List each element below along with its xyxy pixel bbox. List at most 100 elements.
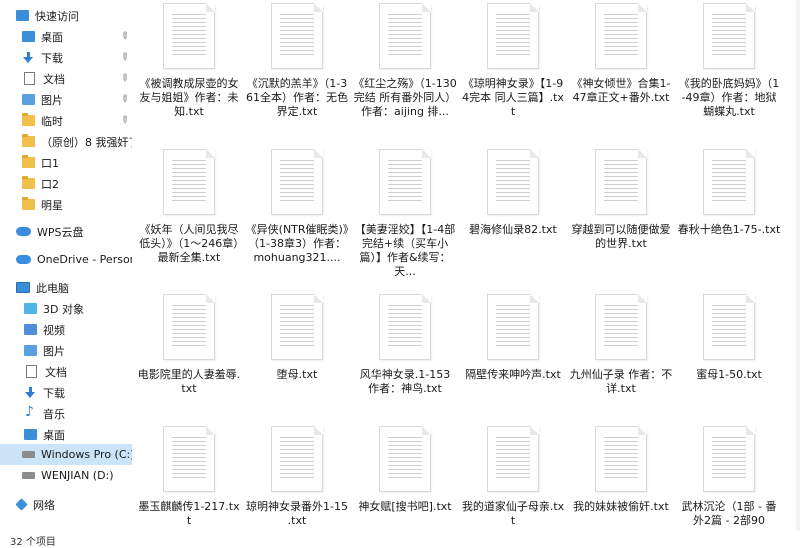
sidebar-item[interactable]: 口2 xyxy=(0,173,132,194)
file-name: 《我的卧底妈妈》（1-49章）作者：地狱蝴蝶丸.txt xyxy=(678,77,780,118)
sidebar-item[interactable]: OneDrive - Persona xyxy=(0,249,132,270)
file-item[interactable]: 风华神女录.1-153 作者：神鸟.txt xyxy=(353,294,457,396)
sidebar-item-label: 桌面 xyxy=(41,30,63,44)
sidebar-item[interactable]: WPS云盘 xyxy=(0,221,132,242)
text-file-icon xyxy=(487,149,539,215)
file-item[interactable]: 《妖年（人间见我尽低头）》（1～246章）最新全集.txt xyxy=(137,149,241,265)
sidebar-item[interactable]: 文档 ✎ xyxy=(0,68,132,89)
file-name: 【美妻淫姣】【1-4部完结+续（买车小篇）】作者&续写：天... xyxy=(354,223,456,278)
file-name: 《神女倾世》合集1-47章正文+番外.txt xyxy=(571,77,671,104)
text-file-icon xyxy=(271,3,323,69)
file-name: 风华神女录.1-153 作者：神鸟.txt xyxy=(359,368,451,395)
drive-icon xyxy=(22,472,35,479)
file-item[interactable]: 《神女倾世》合集1-47章正文+番外.txt xyxy=(569,3,673,105)
sidebar-item[interactable]: 网络 xyxy=(0,494,132,515)
sidebar-item-label: 口2 xyxy=(41,177,59,191)
text-file-icon xyxy=(703,149,755,215)
pin-icon[interactable]: ✎ xyxy=(117,51,131,65)
text-file-icon xyxy=(163,149,215,215)
file-item[interactable]: 隔壁传来呻吟声.txt xyxy=(461,294,565,382)
sidebar-item[interactable]: 音乐 xyxy=(0,403,132,424)
file-item[interactable]: 《沉默的羔羊》（1-361全本）作者：无色界定.txt xyxy=(245,3,349,119)
file-item[interactable]: 琼明神女录番外1-15 .txt xyxy=(245,426,349,528)
sidebar-item-label: 3D 对象 xyxy=(43,302,84,316)
file-item[interactable]: 我的道家仙子母亲.txt xyxy=(461,426,565,528)
sidebar-item[interactable]: 图片 xyxy=(0,340,132,361)
sidebar-item[interactable]: WENJIAN (D:) xyxy=(0,465,132,486)
sidebar-item[interactable]: 明星 xyxy=(0,194,132,215)
picture-icon xyxy=(22,94,35,105)
file-item[interactable]: 《琼明神女录》【1-94完本 同人三篇】.txt xyxy=(461,3,565,119)
file-item[interactable]: 穿越到可以随便做爱的世界.txt xyxy=(569,149,673,251)
file-name: 墨玉麒麟传1-217.txt xyxy=(138,500,240,527)
text-file-icon xyxy=(595,426,647,492)
file-item[interactable]: 神女赋[搜书吧].txt xyxy=(353,426,457,514)
sidebar-item[interactable]: 3D 对象 xyxy=(0,298,132,319)
sidebar-item-label: 口1 xyxy=(41,156,59,170)
sidebar-item[interactable]: Windows Pro (C:) xyxy=(0,444,132,465)
sidebar-item[interactable]: 此电脑 xyxy=(0,277,132,298)
file-item[interactable]: 堕母.txt xyxy=(245,294,349,382)
file-name: 碧海修仙录82.txt xyxy=(469,223,557,236)
status-bar: 32 个项目 xyxy=(0,531,800,548)
file-name: 神女赋[搜书吧].txt xyxy=(358,500,452,513)
file-name: 蜜母1-50.txt xyxy=(696,368,762,381)
computer-icon xyxy=(16,282,30,293)
sidebar-item-label: 音乐 xyxy=(43,407,65,421)
sidebar-item[interactable]: （原创）8 我强奸了 xyxy=(0,131,132,152)
file-item[interactable]: 蜜母1-50.txt xyxy=(677,294,781,382)
sidebar-item-label: 图片 xyxy=(43,344,65,358)
3d-objects-icon xyxy=(24,303,37,314)
file-item[interactable]: 电影院里的人妻羞辱.txt xyxy=(137,294,241,396)
file-list-view: 《被调教成尿壶的女友与姐姐》作者：未知.txt 《沉默的羔羊》（1-361全本）作… xyxy=(137,0,800,531)
file-item[interactable]: 碧海修仙录82.txt xyxy=(461,149,565,237)
sidebar-item-label: 文档 xyxy=(45,365,67,379)
video-icon xyxy=(24,324,37,335)
file-item[interactable]: 《异侠(NTR催眠类)》（1-38章3）作者：mohuang321.... xyxy=(245,149,349,265)
document-icon xyxy=(24,72,35,85)
pin-icon[interactable]: ✎ xyxy=(117,93,131,107)
file-item[interactable]: 【美妻淫姣】【1-4部完结+续（买车小篇）】作者&续写：天... xyxy=(353,149,457,279)
text-file-icon xyxy=(163,294,215,360)
pin-icon[interactable]: ✎ xyxy=(117,30,131,44)
text-file-icon xyxy=(487,426,539,492)
file-name: 九州仙子录 作者：不详.txt xyxy=(569,368,673,395)
drive-icon xyxy=(22,451,35,458)
sidebar-item[interactable]: 临时 ✎ xyxy=(0,110,132,131)
pin-icon[interactable]: ✎ xyxy=(117,72,131,86)
sidebar-item[interactable]: 桌面 xyxy=(0,424,132,445)
sidebar-item[interactable]: 下载 xyxy=(0,382,132,403)
file-item[interactable]: 九州仙子录 作者：不详.txt xyxy=(569,294,673,396)
file-item[interactable]: 春秋十绝色1-75-.txt xyxy=(677,149,781,237)
sidebar-item-label: 网络 xyxy=(33,498,55,512)
pin-icon[interactable]: ✎ xyxy=(117,114,131,128)
file-item[interactable]: 《被调教成尿壶的女友与姐姐》作者：未知.txt xyxy=(137,3,241,119)
sidebar-item[interactable]: 快速访问 xyxy=(0,5,132,26)
sidebar-item[interactable]: 图片 ✎ xyxy=(0,89,132,110)
sidebar-item-label: 桌面 xyxy=(43,428,65,442)
sidebar-item-label: OneDrive - Persona xyxy=(37,253,132,266)
sidebar-item-label: 图片 xyxy=(41,93,63,107)
file-item[interactable]: 墨玉麒麟传1-217.txt xyxy=(137,426,241,528)
file-name: 春秋十绝色1-75-.txt xyxy=(677,223,781,236)
sidebar-item-label: 视频 xyxy=(43,323,65,337)
folder-icon xyxy=(22,113,35,126)
file-item[interactable]: 《我的卧底妈妈》（1-49章）作者：地狱蝴蝶丸.txt xyxy=(677,3,781,119)
desktop-folder-icon xyxy=(22,31,35,42)
text-file-icon xyxy=(487,3,539,69)
text-file-icon xyxy=(271,426,323,492)
sidebar-item[interactable]: 桌面 ✎ xyxy=(0,26,132,47)
sidebar-item[interactable]: 文档 xyxy=(0,361,132,382)
file-name: 《妖年（人间见我尽低头）》（1～246章）最新全集.txt xyxy=(139,223,239,264)
file-item[interactable]: 《红尘之殇》（1-130完结 所有番外同人）作者：aijing 排... xyxy=(353,3,457,119)
text-file-icon xyxy=(595,3,647,69)
sidebar-item[interactable]: 口1 xyxy=(0,152,132,173)
file-item[interactable]: 武林沉沦（1部 - 番外2篇 - 2部90 xyxy=(677,426,781,528)
sidebar-item[interactable]: 视频 xyxy=(0,319,132,340)
sidebar-item[interactable]: 下载 ✎ xyxy=(0,47,132,68)
file-name: 穿越到可以随便做爱的世界.txt xyxy=(571,223,671,250)
sidebar-item-label: 明星 xyxy=(41,198,63,212)
file-item[interactable]: 我的妹妹被偷奸.txt xyxy=(569,426,673,514)
vertical-scrollbar[interactable] xyxy=(796,0,800,531)
file-name: 《异侠(NTR催眠类)》（1-38章3）作者：mohuang321.... xyxy=(245,223,349,264)
